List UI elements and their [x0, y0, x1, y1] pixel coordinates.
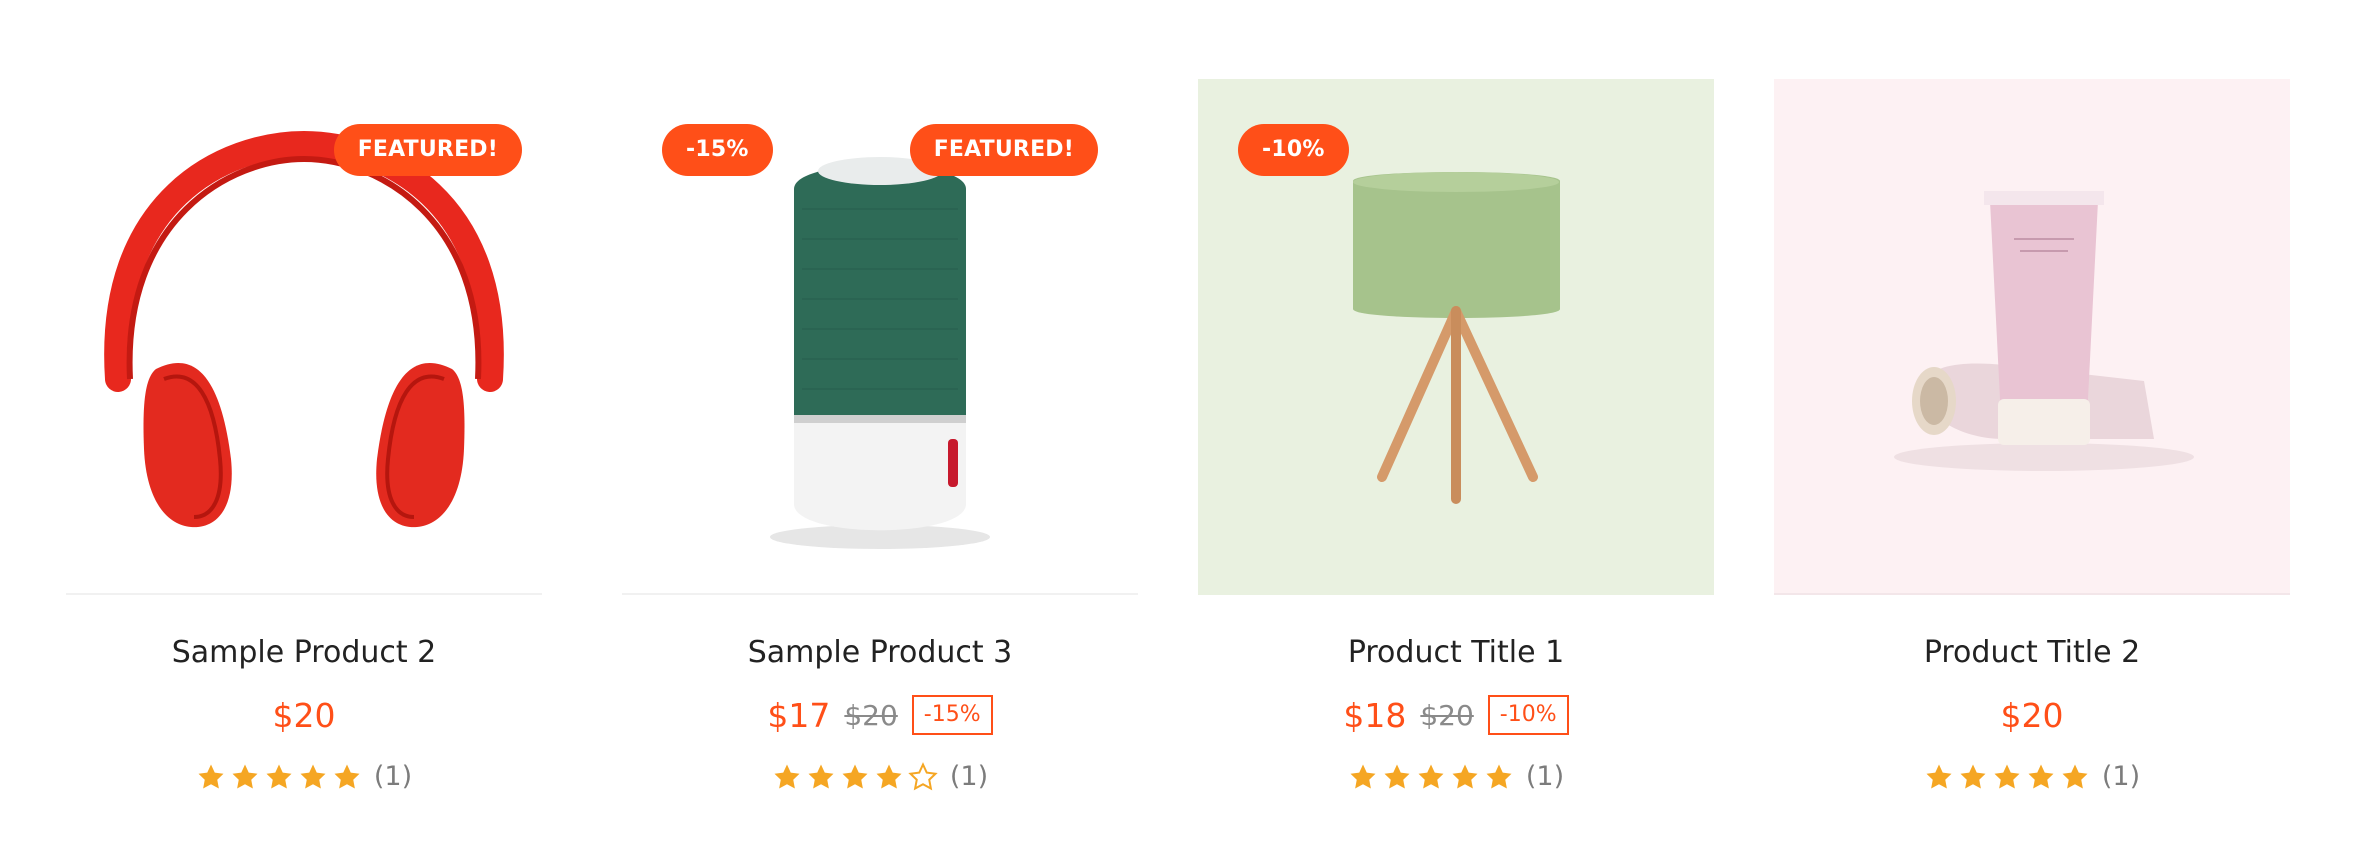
star-filled-icon — [1384, 764, 1410, 788]
star-filled-icon — [232, 764, 258, 788]
star-filled-icon — [266, 764, 292, 788]
discount-tag: -10% — [1487, 695, 1569, 735]
review-count[interactable]: (1) — [1526, 761, 1564, 792]
product-image-link[interactable] — [1774, 79, 2290, 595]
star-filled-icon — [1926, 764, 1952, 788]
star-filled-icon — [300, 764, 326, 788]
product-card[interactable]: FEATURED! Sample Product 2 $20 (1) — [46, 79, 562, 792]
featured-badge: FEATURED! — [333, 124, 522, 176]
cosmetic-tubes-image — [1774, 191, 2290, 595]
star-filled-icon — [1960, 764, 1986, 788]
price-current: $17 — [767, 695, 831, 735]
price-current: $18 — [1343, 695, 1407, 735]
price-old: $20 — [844, 698, 898, 732]
product-image-link[interactable]: -10% — [1198, 79, 1714, 595]
price-row: $20 — [1774, 693, 2290, 737]
star-filled-icon — [876, 764, 902, 788]
star-filled-icon — [774, 764, 800, 788]
price-current: $20 — [272, 695, 336, 735]
product-card[interactable]: Product Title 2 $20 (1) — [1774, 79, 2290, 792]
rating: (1) — [46, 761, 562, 792]
discount-tag: -15% — [911, 695, 993, 735]
star-filled-icon — [1486, 764, 1512, 788]
product-image-link[interactable]: FEATURED! — [46, 79, 562, 595]
discount-badge: -10% — [1238, 124, 1349, 176]
star-filled-icon — [2062, 764, 2088, 788]
discount-badge: -15% — [662, 124, 773, 176]
star-filled-icon — [1452, 764, 1478, 788]
rating: (1) — [1198, 761, 1714, 792]
review-count[interactable]: (1) — [950, 761, 988, 792]
price-old: $20 — [1420, 698, 1474, 732]
star-filled-icon — [334, 764, 360, 788]
product-title[interactable]: Product Title 1 — [1198, 633, 1714, 673]
star-filled-icon — [2028, 764, 2054, 788]
review-count[interactable]: (1) — [2102, 761, 2140, 792]
product-card[interactable]: -10% Product Title 1 $18 $20 -10% (1) — [1198, 79, 1714, 792]
star-filled-icon — [808, 764, 834, 788]
review-count[interactable]: (1) — [374, 761, 412, 792]
featured-badge: FEATURED! — [909, 124, 1098, 176]
product-image-link[interactable]: -15% FEATURED! — [622, 79, 1138, 595]
product-grid: FEATURED! Sample Product 2 $20 (1) -15% … — [46, 79, 2290, 792]
star-filled-icon — [842, 764, 868, 788]
star-filled-icon — [198, 764, 224, 788]
product-title[interactable]: Sample Product 2 — [46, 633, 562, 673]
star-filled-icon — [1418, 764, 1444, 788]
rating: (1) — [1774, 761, 2290, 792]
star-filled-icon — [1350, 764, 1376, 788]
product-card[interactable]: -15% FEATURED! Sample Product 3 $17 $20 … — [622, 79, 1138, 792]
product-title[interactable]: Sample Product 3 — [622, 633, 1138, 673]
product-title[interactable]: Product Title 2 — [1774, 633, 2290, 673]
rating: (1) — [622, 761, 1138, 792]
price-row: $18 $20 -10% — [1198, 693, 1714, 737]
price-row: $17 $20 -15% — [622, 693, 1138, 737]
price-row: $20 — [46, 693, 562, 737]
price-current: $20 — [2000, 695, 2064, 735]
star-filled-icon — [1994, 764, 2020, 788]
star-empty-icon — [908, 761, 938, 790]
